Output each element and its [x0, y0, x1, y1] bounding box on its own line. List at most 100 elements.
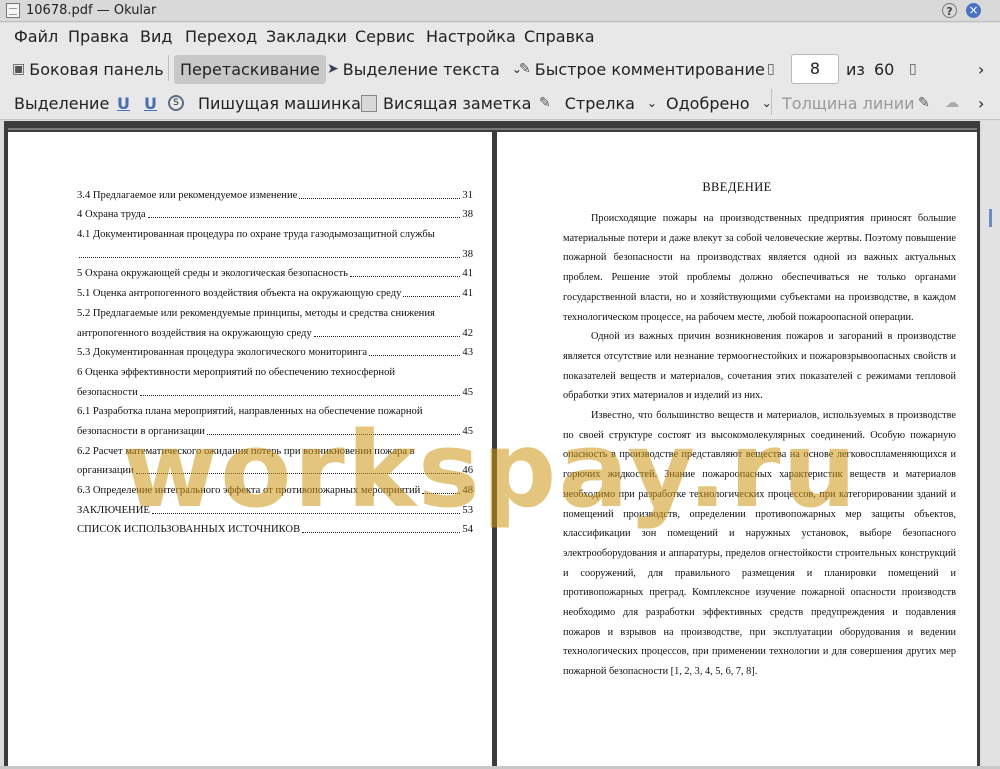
toc-page-number: 38 [462, 248, 473, 260]
toc-leader-dots [403, 296, 461, 298]
toc-entry-title: 5.2 Предлагаемые или рекомендуемые принц… [77, 307, 435, 319]
table-of-contents: 3.4 Предлагаемое или рекомендуемое измен… [77, 182, 473, 536]
toc-entry-title: 6 Оценка эффективности мероприятий по об… [77, 366, 396, 378]
underline-icon[interactable]: U [117, 89, 130, 117]
vertical-scrollbar[interactable] [982, 121, 1000, 766]
approved-label: Одобрено [666, 93, 750, 113]
line-width-button[interactable]: Толщина линии [782, 89, 915, 117]
text-select-label: Выделение текста [342, 59, 500, 79]
sidebar-label: Боковая панель [29, 59, 164, 79]
previous-page-button[interactable]: ▯ [767, 55, 779, 83]
strikeout-button[interactable]: S [168, 89, 184, 117]
toolbar2-overflow-icon[interactable]: › [978, 89, 984, 117]
highlight-button[interactable]: Выделение [14, 89, 109, 117]
toolbar-overflow-icon[interactable]: › [978, 55, 984, 83]
toc-entry-title: безопасности [77, 386, 138, 398]
document-page-left: 3.4 Предлагаемое или рекомендуемое измен… [8, 132, 492, 766]
toc-entry: 5.3 Документированная процедура экологич… [77, 340, 473, 360]
typewriter-button[interactable]: Пишущая машинка [198, 89, 361, 117]
toc-entry-title: 5.3 Документированная процедура экологич… [77, 347, 368, 359]
toc-leader-dots [369, 355, 461, 357]
stamp-approved-button[interactable]: Одобрено ⌄ [666, 89, 772, 117]
toc-entry: антропогенного воздействия на окружающую… [77, 320, 473, 340]
color-icon[interactable]: ✎ [918, 89, 934, 117]
browse-label: Перетаскивание [180, 60, 320, 79]
toc-entry-title: 5.1 Оценка антропогенного воздействия об… [77, 288, 402, 300]
toolbar-separator [168, 55, 169, 81]
page-total-label: 60 [874, 59, 895, 79]
cursor-icon: ➤ [327, 61, 339, 77]
toc-leader-dots [349, 276, 461, 278]
opacity-icon[interactable]: ☁ [945, 89, 963, 117]
toc-entry: организации 46 [77, 458, 473, 478]
toc-entry-title: 4 Охрана труда [77, 209, 146, 221]
toc-leader-dots [313, 335, 461, 337]
toc-entry: 6.2 Расчет математического ожидания поте… [77, 438, 473, 458]
toc-entry-title: ЗАКЛЮЧЕНИЕ [77, 504, 150, 516]
toc-entry: ЗАКЛЮЧЕНИЕ 53 [77, 497, 473, 517]
toc-leader-dots [299, 197, 461, 199]
close-icon[interactable]: × [966, 3, 981, 18]
page-number-input[interactable]: 8 [791, 54, 839, 84]
scrollbar-thumb[interactable] [989, 209, 992, 227]
popup-note-button[interactable]: Висящая заметка [361, 89, 531, 117]
toc-entry-title: 6.1 Разработка плана мероприятий, направ… [77, 406, 423, 418]
document-page-right: ВВЕДЕНИЕ Происходящие пожары на производ… [497, 132, 977, 766]
toc-page-number: 54 [462, 524, 473, 536]
next-page-icon: ▯ [909, 61, 917, 77]
sidebar-button[interactable]: ▣ Боковая панель [12, 55, 164, 83]
menu-file[interactable]: Файл [14, 27, 58, 46]
toc-leader-dots [139, 394, 461, 396]
menu-bookmarks[interactable]: Закладки [266, 27, 347, 46]
toc-page-number: 41 [462, 288, 473, 300]
toc-entry: 5.2 Предлагаемые или рекомендуемые принц… [77, 300, 473, 320]
menu-go[interactable]: Переход [185, 27, 257, 46]
toc-entry: 6.3 Определение интегрального эффекта от… [77, 477, 473, 497]
document-viewport[interactable]: 3.4 Предлагаемое или рекомендуемое измен… [4, 121, 980, 766]
help-icon[interactable]: ? [942, 3, 957, 18]
squiggle-icon[interactable]: U [144, 89, 157, 117]
okular-app-icon [6, 3, 20, 18]
previous-page-icon: ▯ [767, 61, 775, 77]
introduction-text: Происходящие пожары на производственных … [563, 209, 956, 682]
menu-view[interactable]: Вид [140, 27, 172, 46]
menu-settings[interactable]: Настройка [426, 27, 516, 46]
toc-entry-title: 6.3 Определение интегрального эффекта от… [77, 485, 421, 496]
paragraph: Известно, что большинство веществ и мате… [563, 410, 956, 678]
toc-leader-dots [147, 217, 461, 219]
toc-entry-title: 3.4 Предлагаемое или рекомендуемое измен… [77, 189, 298, 201]
text-select-button[interactable]: ➤ Выделение текста ⌄ [327, 55, 522, 83]
chevron-down-icon[interactable]: ⌄ [647, 96, 657, 110]
menu-bar: Файл Правка Вид Переход Закладки Сервис … [0, 23, 1000, 51]
toc-page-number: 38 [462, 209, 473, 221]
menu-tools[interactable]: Сервис [355, 27, 415, 46]
arrow-tool-icon: ✎ [539, 95, 551, 111]
toc-leader-dots [151, 512, 461, 514]
toc-entry: 38 [77, 241, 473, 261]
next-page-button[interactable]: ▯ [909, 55, 921, 83]
toc-leader-dots [79, 256, 461, 258]
toc-entry-title: 4.1 Документированная процедура по охран… [77, 229, 435, 241]
toc-page-number: 48 [462, 485, 473, 496]
toc-entry: безопасности в организации 45 [77, 418, 473, 438]
quick-annotation-button[interactable]: ✎ Быстрое комментирование [519, 55, 765, 83]
menu-edit[interactable]: Правка [68, 27, 129, 46]
arrow-label: Стрелка [564, 93, 635, 113]
toc-leader-dots [206, 433, 461, 435]
toc-entry: 6.1 Разработка плана мероприятий, направ… [77, 399, 473, 419]
toc-leader-dots [135, 473, 461, 475]
toc-page-number: 31 [462, 189, 473, 201]
toc-entry: 5.1 Оценка антропогенного воздействия об… [77, 280, 473, 300]
arrow-button[interactable]: ✎ Стрелка ⌄ [539, 89, 657, 117]
toc-entry-title: 5 Охрана окружающей среды и экологическа… [77, 268, 348, 280]
quick-annotation-label: Быстрое комментирование [534, 59, 765, 79]
toolbar-separator [771, 89, 772, 115]
browse-tool-button[interactable]: Перетаскивание [174, 55, 326, 84]
toc-entry: 4.1 Документированная процедура по охран… [77, 221, 473, 241]
toc-entry-title: СПИСОК ИСПОЛЬЗОВАННЫХ ИСТОЧНИКОВ [77, 524, 301, 536]
toc-leader-dots [422, 493, 461, 494]
menu-help[interactable]: Справка [524, 27, 595, 46]
main-toolbar: ▣ Боковая панель Перетаскивание ➤ Выделе… [0, 51, 1000, 87]
toc-entry: 4 Охрана труда 38 [77, 202, 473, 222]
toc-entry-title: антропогенного воздействия на окружающую… [77, 327, 312, 339]
